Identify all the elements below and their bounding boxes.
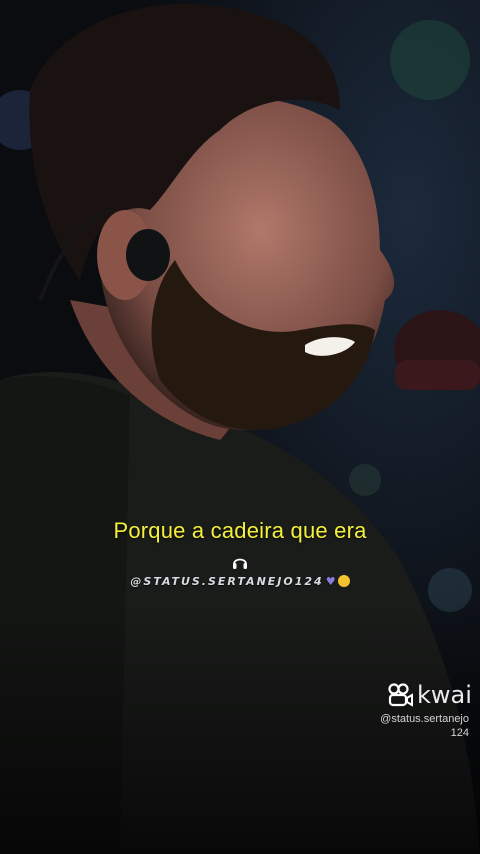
kwai-logo-icon bbox=[388, 683, 413, 707]
watermark-handle-line1: @status.sertanejo bbox=[380, 713, 469, 725]
watermark-handle-line2: 124 bbox=[450, 727, 469, 739]
sad-face-icon bbox=[337, 575, 350, 587]
creator-tag: @STATUS.SERTANEJO124 bbox=[130, 575, 324, 588]
kwai-brand-text: kwai bbox=[417, 681, 472, 709]
purple-heart-icon: ♥ bbox=[325, 575, 336, 588]
kwai-watermark: kwai bbox=[388, 681, 472, 709]
creator-tag-line: @STATUS.SERTANEJO124 ♥ bbox=[0, 575, 480, 588]
lyric-caption: Porque a cadeira que era bbox=[113, 518, 367, 543]
video-frame[interactable]: Porque a cadeira que era @STATUS.SERTANE… bbox=[0, 0, 480, 854]
headphone-icon bbox=[233, 558, 247, 569]
watermark-handle: @status.sertanejo 124 bbox=[380, 712, 469, 740]
